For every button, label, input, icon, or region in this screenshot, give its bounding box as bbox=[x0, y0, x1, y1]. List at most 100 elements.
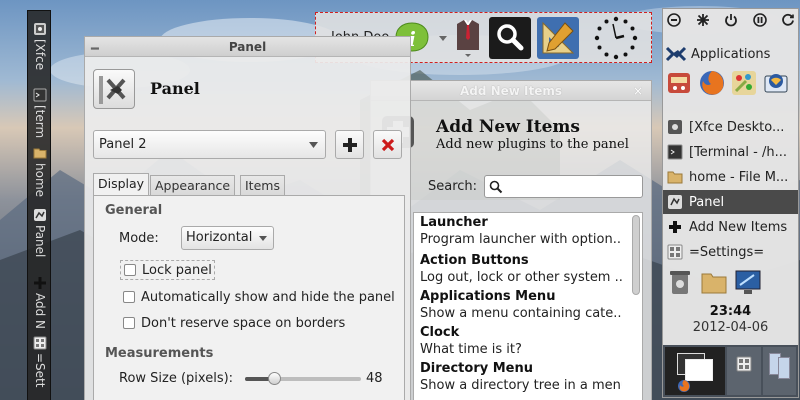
panel-icon bbox=[99, 76, 126, 104]
checkbox-box bbox=[123, 291, 135, 303]
dont-reserve-checkbox[interactable]: Don't reserve space on borders bbox=[123, 313, 345, 333]
workspace-3[interactable] bbox=[763, 347, 796, 395]
search-input[interactable] bbox=[484, 175, 643, 198]
add-window-titlebar[interactable]: Add New Items × bbox=[371, 81, 651, 101]
clock-icon bbox=[594, 16, 638, 60]
display-icon[interactable] bbox=[734, 268, 762, 296]
ruler-pencil-icon bbox=[542, 21, 575, 54]
list-item[interactable]: Directory Menu Show a directory tree in … bbox=[414, 360, 628, 396]
panel-select[interactable]: Panel 2 bbox=[93, 130, 326, 159]
close-icon[interactable]: × bbox=[633, 81, 643, 101]
slider-handle[interactable] bbox=[268, 372, 281, 385]
applications-label: Applications bbox=[691, 46, 771, 62]
list-item[interactable]: Applications Menu Show a menu containing… bbox=[414, 288, 628, 324]
window-menu-icon[interactable]: ━ bbox=[91, 40, 99, 60]
tab-appearance[interactable]: Appearance bbox=[150, 175, 236, 196]
settings-icon bbox=[736, 356, 752, 372]
workspace-2[interactable] bbox=[727, 347, 761, 395]
plus-icon bbox=[34, 277, 46, 289]
search-icon bbox=[497, 24, 524, 51]
folder-icon[interactable] bbox=[700, 268, 728, 296]
trash-icon[interactable] bbox=[666, 268, 694, 296]
panel-preferences-window: ━ Panel Panel Panel 2 Display Appearance… bbox=[84, 36, 411, 400]
plus-icon bbox=[342, 137, 357, 152]
list-scrollbar[interactable] bbox=[632, 215, 640, 295]
thunderbird-icon[interactable] bbox=[762, 69, 790, 97]
power-icon[interactable] bbox=[724, 13, 738, 27]
task-xfce-desktop[interactable]: [Xfce Deskto... bbox=[663, 115, 798, 139]
tab-display[interactable]: Display bbox=[93, 173, 150, 195]
mode-select[interactable]: Horizontal bbox=[181, 226, 274, 250]
task-label: home - File M... bbox=[689, 169, 789, 185]
right-deskbar: Applications [Xfce Deskto... [Terminal -… bbox=[662, 8, 799, 398]
task-panel[interactable]: Panel bbox=[663, 190, 798, 214]
checkbox-box bbox=[124, 264, 136, 276]
folder-icon bbox=[33, 148, 47, 159]
lock-panel-checkbox[interactable]: Lock panel bbox=[120, 260, 215, 280]
task-settings[interactable]: =Settings= bbox=[663, 240, 798, 264]
list-item-title: Clock bbox=[420, 325, 460, 340]
left-task-settings[interactable]: =Sett bbox=[28, 333, 52, 387]
analog-clock[interactable] bbox=[593, 15, 639, 61]
action-buttons-row bbox=[667, 11, 795, 29]
measurements-section-title: Measurements bbox=[105, 346, 214, 361]
pager-window bbox=[778, 357, 790, 379]
terminal-icon bbox=[667, 144, 683, 160]
panel-icon bbox=[668, 195, 682, 209]
workspace-pager[interactable] bbox=[663, 345, 798, 397]
left-task-home[interactable]: home bbox=[28, 143, 52, 197]
settings-icon bbox=[667, 244, 683, 260]
paint-palette-icon[interactable] bbox=[730, 69, 758, 97]
left-task-label: [Xfce bbox=[33, 39, 47, 71]
search-button[interactable] bbox=[489, 17, 531, 59]
panel-icon bbox=[34, 209, 46, 221]
list-item-title: Action Buttons bbox=[420, 253, 529, 268]
list-item[interactable]: Action Buttons Log out, lock or other sy… bbox=[414, 252, 628, 288]
folder-icon bbox=[667, 171, 683, 184]
checkbox-box bbox=[123, 317, 135, 329]
task-home-file-manager[interactable]: home - File M... bbox=[663, 165, 798, 189]
task-add-new-items[interactable]: Add New Items bbox=[663, 215, 798, 239]
terminal-icon bbox=[33, 88, 47, 102]
remove-panel-button[interactable] bbox=[373, 130, 402, 159]
gimp-mug-icon[interactable] bbox=[666, 69, 694, 97]
left-task-label: =Sett bbox=[33, 353, 47, 388]
add-panel-button[interactable] bbox=[335, 130, 364, 159]
user-menu-button[interactable] bbox=[453, 18, 483, 58]
left-task-panel[interactable]: Panel bbox=[28, 205, 52, 257]
left-task-label: Panel bbox=[33, 225, 47, 258]
mode-label: Mode: bbox=[119, 231, 159, 246]
row-size-slider[interactable] bbox=[245, 372, 361, 385]
tray-row bbox=[666, 268, 796, 298]
list-item[interactable]: Launcher Program launcher with option... bbox=[414, 214, 628, 250]
add-new-items-window: Add New Items × Add New Items Add new pl… bbox=[370, 80, 652, 400]
left-task-add-new[interactable]: Add N bbox=[28, 273, 52, 329]
chevron-down-icon[interactable] bbox=[438, 35, 448, 43]
left-task-terminal[interactable]: [term bbox=[28, 85, 52, 138]
list-item[interactable]: Clock What time is it? bbox=[414, 324, 628, 360]
applications-menu-button[interactable]: Applications bbox=[665, 42, 795, 66]
xfce-doc-icon bbox=[668, 120, 682, 134]
panel-window-titlebar[interactable]: ━ Panel bbox=[85, 37, 410, 57]
panel-window-heading: Panel bbox=[150, 79, 200, 98]
panel-select-value: Panel 2 bbox=[99, 137, 147, 152]
tab-bar: Display Appearance Items bbox=[93, 173, 405, 197]
asterisk-icon[interactable] bbox=[696, 13, 710, 27]
left-task-xfce[interactable]: [Xfce bbox=[28, 19, 52, 70]
settings-manager-button[interactable] bbox=[537, 17, 579, 59]
xfce-doc-icon bbox=[34, 23, 46, 35]
autohide-checkbox[interactable]: Automatically show and hide the panel bbox=[123, 287, 395, 307]
firefox-icon[interactable] bbox=[698, 69, 726, 97]
pause-circle-icon[interactable] bbox=[752, 13, 767, 27]
firefox-icon bbox=[678, 380, 690, 392]
deskbar-clock-time[interactable]: 23:44 bbox=[663, 304, 798, 319]
left-vertical-panel: [Xfce [term home Panel Add N =Sett bbox=[27, 10, 51, 400]
refresh-circle-icon[interactable] bbox=[781, 13, 795, 27]
workspace-1[interactable] bbox=[665, 347, 725, 395]
task-terminal[interactable]: [Terminal - /h... bbox=[663, 140, 798, 164]
left-task-label: [term bbox=[33, 105, 47, 139]
minus-circle-icon[interactable] bbox=[667, 13, 681, 27]
chevron-down-icon bbox=[309, 142, 318, 148]
deskbar-clock-date: 2012-04-06 bbox=[692, 320, 769, 335]
tab-items[interactable]: Items bbox=[240, 175, 285, 196]
